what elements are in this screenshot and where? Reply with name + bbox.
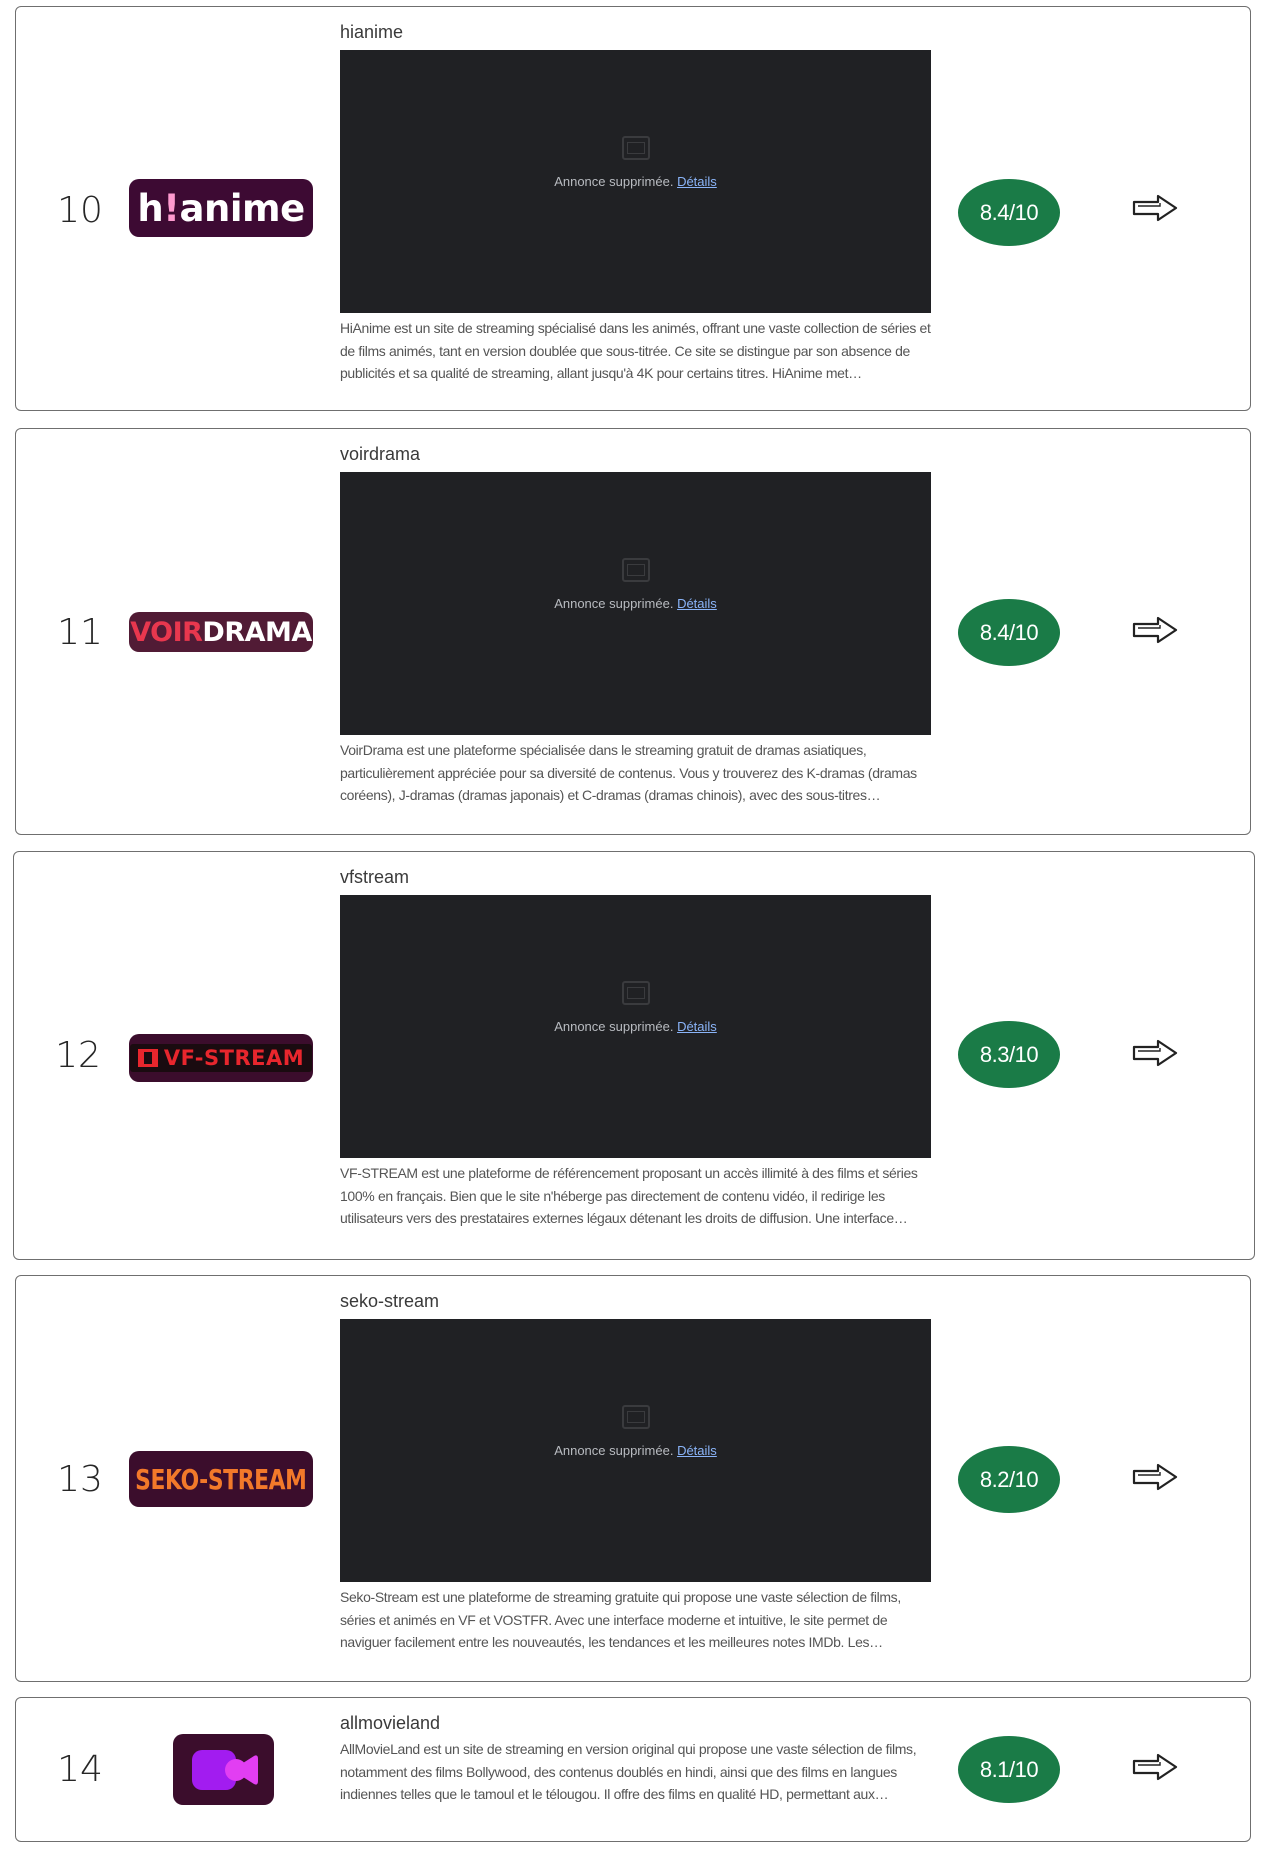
ad-removed-text: Annonce supprimée. Détails xyxy=(554,596,717,611)
site-name[interactable]: allmovieland xyxy=(340,1713,440,1734)
logo-text-h: h xyxy=(137,186,164,230)
ad-details-link[interactable]: Détails xyxy=(677,174,717,189)
site-description: HiAnime est un site de streaming spécial… xyxy=(340,320,931,381)
ad-placeholder: Annonce supprimée. Détails xyxy=(340,50,931,313)
logo-text-anime: anime xyxy=(179,186,306,230)
rank-number: 13 xyxy=(57,1459,103,1500)
allmovieland-logo[interactable] xyxy=(173,1734,274,1805)
score-badge: 8.4/10 xyxy=(958,599,1060,666)
logo-text: SEKO-STREAM xyxy=(135,1462,307,1496)
image-placeholder-icon xyxy=(621,981,650,1005)
image-placeholder-icon xyxy=(621,558,650,582)
site-card: 13 SEKO-STREAM seko-stream Annonce suppr… xyxy=(15,1275,1251,1682)
ad-removed-label: Annonce supprimée. xyxy=(554,596,674,611)
arrow-right-icon[interactable] xyxy=(1132,193,1180,223)
logo-text-voir: VOIR xyxy=(130,616,203,648)
score-badge: 8.1/10 xyxy=(958,1736,1060,1803)
site-name[interactable]: voirdrama xyxy=(340,444,420,465)
site-description: AllMovieLand est un site de streaming en… xyxy=(340,1741,917,1802)
arrow-right-icon[interactable] xyxy=(1132,615,1180,645)
image-placeholder-icon xyxy=(621,1405,650,1429)
rank-number: 11 xyxy=(57,612,103,653)
ad-details-link[interactable]: Détails xyxy=(677,596,717,611)
ad-placeholder: Annonce supprimée. Détails xyxy=(340,472,931,735)
site-name[interactable]: hianime xyxy=(340,22,403,43)
site-card: 11 VOIRDRAMA voirdrama Annonce supprimée… xyxy=(15,428,1251,835)
site-description: VF-STREAM est une plateforme de référenc… xyxy=(340,1165,918,1226)
arrow-right-icon[interactable] xyxy=(1132,1752,1180,1782)
site-card: 10 h!anime hianime Annonce supprimée. Dé… xyxy=(15,6,1251,411)
logo-text: VF-STREAM xyxy=(163,1046,305,1070)
rank-number: 12 xyxy=(55,1035,101,1076)
ad-details-link[interactable]: Détails xyxy=(677,1443,717,1458)
ad-removed-label: Annonce supprimée. xyxy=(554,174,674,189)
site-card: 14 allmovieland AllMovieLand est un site… xyxy=(15,1697,1251,1842)
logo-text-drama: DRAMA xyxy=(202,616,312,648)
seko-stream-logo[interactable]: SEKO-STREAM xyxy=(129,1451,313,1507)
site-description: VoirDrama est une plateforme spécialisée… xyxy=(340,742,917,803)
vfstream-logo[interactable]: VF-STREAM xyxy=(129,1034,313,1082)
voirdrama-logo[interactable]: VOIRDRAMA xyxy=(129,612,313,652)
ad-details-link[interactable]: Détails xyxy=(677,1019,717,1034)
ad-removed-text: Annonce supprimée. Détails xyxy=(554,1019,717,1034)
ad-removed-label: Annonce supprimée. xyxy=(554,1019,674,1034)
score-badge: 8.2/10 xyxy=(958,1446,1060,1513)
rank-number: 10 xyxy=(57,190,103,231)
site-description: Seko-Stream est une plateforme de stream… xyxy=(340,1589,901,1650)
logo-mark: ! xyxy=(163,186,180,230)
ad-removed-label: Annonce supprimée. xyxy=(554,1443,674,1458)
arrow-right-icon[interactable] xyxy=(1132,1038,1180,1068)
image-placeholder-icon xyxy=(621,136,650,160)
ad-placeholder: Annonce supprimée. Détails xyxy=(340,1319,931,1582)
hianime-logo[interactable]: h!anime xyxy=(129,179,313,237)
arrow-right-icon[interactable] xyxy=(1132,1462,1180,1492)
film-icon xyxy=(137,1049,158,1067)
site-name[interactable]: vfstream xyxy=(340,867,409,888)
score-badge: 8.3/10 xyxy=(958,1021,1060,1088)
ad-placeholder: Annonce supprimée. Détails xyxy=(340,895,931,1158)
ad-removed-text: Annonce supprimée. Détails xyxy=(554,174,717,189)
site-card: 12 VF-STREAM vfstream Annonce supprimée.… xyxy=(13,851,1255,1260)
score-badge: 8.4/10 xyxy=(958,179,1060,246)
video-camera-icon xyxy=(191,1749,258,1790)
rank-number: 14 xyxy=(57,1749,103,1790)
ad-removed-text: Annonce supprimée. Détails xyxy=(554,1443,717,1458)
site-name[interactable]: seko-stream xyxy=(340,1291,439,1312)
